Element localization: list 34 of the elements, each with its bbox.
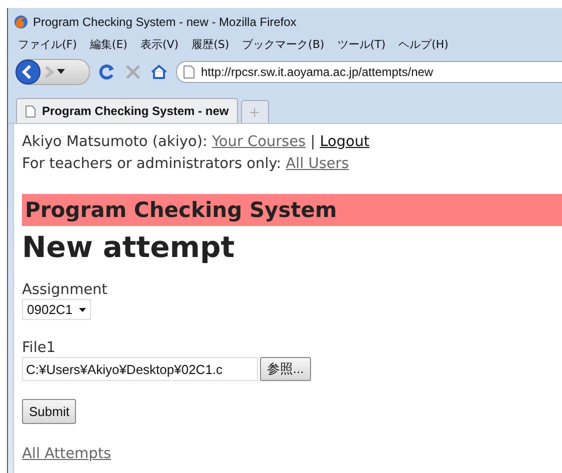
- link[interactable]: Logout: [320, 134, 370, 150]
- menu-item[interactable]: 編集(E): [90, 37, 128, 52]
- submit-button[interactable]: Submit: [22, 399, 76, 424]
- history-dropdown-icon[interactable]: [57, 69, 65, 75]
- site-banner: Program Checking System: [22, 194, 562, 226]
- address-bar[interactable]: http://rpcsr.sw.it.aoyama.ac.jp/attempts/new: [176, 61, 562, 83]
- admin-note: For teachers or administrators only:: [22, 156, 282, 172]
- browse-button[interactable]: 参照...: [260, 357, 311, 381]
- menu-item[interactable]: 履歴(S): [192, 37, 230, 52]
- link[interactable]: Your Courses: [212, 134, 306, 150]
- page-icon: [25, 104, 36, 118]
- menu-item[interactable]: ツール(T): [337, 37, 386, 52]
- assignment-select[interactable]: 0902C1: [22, 299, 91, 320]
- globe-icon: [14, 14, 28, 28]
- browser-tab[interactable]: Program Checking System - new: [16, 98, 238, 123]
- back-button[interactable]: [15, 59, 41, 85]
- reload-icon[interactable]: [98, 63, 116, 81]
- menu-item[interactable]: ファイル(F): [18, 37, 77, 52]
- window-title: Program Checking System - new - Mozilla Firefox: [33, 14, 296, 28]
- link[interactable]: All Users: [286, 156, 349, 172]
- page-icon: [183, 65, 195, 79]
- menu-item[interactable]: ブックマーク(B): [242, 37, 324, 52]
- separator: |: [310, 134, 316, 150]
- file-field[interactable]: C:¥Users¥Akiyo¥Desktop¥02C1.c: [22, 357, 258, 381]
- plus-icon: [250, 108, 260, 116]
- field-label: File1: [22, 340, 56, 356]
- page-heading: New attempt: [22, 230, 236, 264]
- menu-item[interactable]: ヘルプ(H): [398, 37, 448, 52]
- caret-icon: [78, 308, 86, 312]
- user-name: Akiyo Matsumoto (akiyo):: [22, 134, 208, 150]
- menu-item[interactable]: 表示(V): [140, 37, 179, 52]
- link[interactable]: All Attempts: [22, 446, 112, 462]
- field-label: Assignment: [22, 282, 108, 298]
- home-icon[interactable]: [150, 63, 168, 81]
